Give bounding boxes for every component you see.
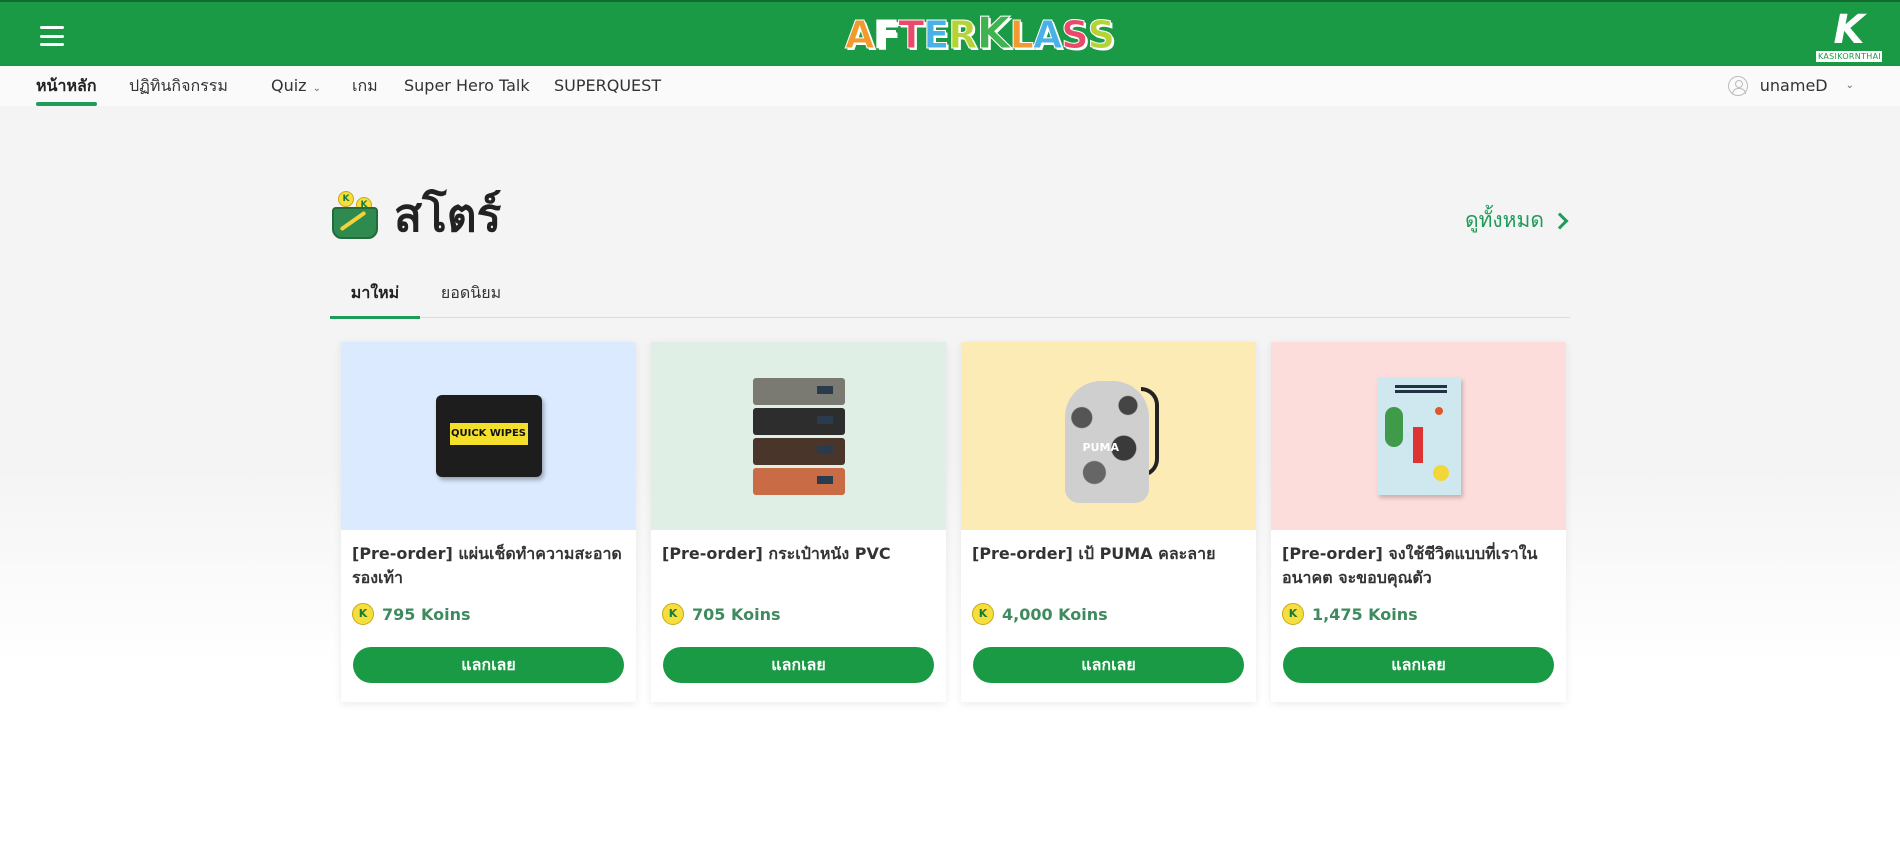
redeem-button[interactable]: แลกเลย <box>353 647 624 683</box>
nav-label: Quiz <box>271 76 307 95</box>
user-avatar-icon <box>1727 76 1748 96</box>
product-image[interactable] <box>651 342 946 530</box>
tab-label: มาใหม่ <box>350 283 400 302</box>
product-image[interactable]: QUICK WIPES <box>341 342 636 530</box>
product-title[interactable]: [Pre-order] กระเป๋าหนัง PVC <box>651 530 946 590</box>
coin-icon: K <box>338 191 354 207</box>
koin-icon: K <box>1282 603 1304 625</box>
see-all-label: ดูทั้งหมด <box>1464 208 1544 232</box>
nav-label: ปฏิทินกิจกรรม <box>129 76 228 95</box>
nav-item-calendar[interactable]: ปฏิทินกิจกรรม <box>129 66 228 106</box>
product-card[interactable]: PUMA [Pre-order] เป้ PUMA คละลาย K 4,000… <box>961 342 1256 702</box>
redeem-button[interactable]: แลกเลย <box>1283 647 1554 683</box>
koin-icon: K <box>972 603 994 625</box>
koin-icon: K <box>352 603 374 625</box>
product-image-label: PUMA <box>1082 441 1119 454</box>
tab-popular[interactable]: ยอดนิยม <box>436 276 506 318</box>
store-tabs: มาใหม่ ยอดนิยม <box>330 276 1570 319</box>
product-price: K 1,475 Koins <box>1282 603 1418 625</box>
price-text: 705 Koins <box>692 604 781 624</box>
tab-label: ยอดนิยม <box>440 283 502 302</box>
nav-item-superquest[interactable]: SUPERQUEST <box>554 66 661 106</box>
basket-icon: K K <box>330 189 380 241</box>
price-text: 795 Koins <box>382 604 471 624</box>
redeem-button[interactable]: แลกเลย <box>973 647 1244 683</box>
product-title[interactable]: [Pre-order] จงใช้ชีวิตแบบที่เราในอนาคต จ… <box>1271 530 1566 590</box>
nav-label: หน้าหลัก <box>36 76 97 95</box>
product-price: K 795 Koins <box>352 603 470 625</box>
product-title[interactable]: [Pre-order] เป้ PUMA คละลาย <box>961 530 1256 590</box>
nav-label: เกม <box>352 76 378 95</box>
user-menu[interactable]: unameD ⌄ <box>1727 66 1854 106</box>
price-text: 1,475 Koins <box>1312 604 1418 624</box>
product-price: K 4,000 Koins <box>972 603 1108 625</box>
product-card[interactable]: QUICK WIPES [Pre-order] แผ่นเช็ดทำความสะ… <box>341 342 636 702</box>
product-title[interactable]: [Pre-order] แผ่นเช็ดทำความสะอาดรองเท้า <box>341 530 636 590</box>
kasikornthai-logo: K KASIKORNTHAI <box>1816 10 1882 62</box>
product-image[interactable]: PUMA <box>961 342 1256 530</box>
nav-item-home[interactable]: หน้าหลัก <box>36 66 97 106</box>
product-list: QUICK WIPES [Pre-order] แผ่นเช็ดทำความสะ… <box>341 342 1566 702</box>
menu-icon[interactable] <box>40 26 64 46</box>
price-text: 4,000 Koins <box>1002 604 1108 624</box>
product-image[interactable] <box>1271 342 1566 530</box>
store-header: K K สโตร์ <box>330 186 501 244</box>
nav-item-super-hero-talk[interactable]: Super Hero Talk <box>404 66 530 106</box>
product-card[interactable]: [Pre-order] จงใช้ชีวิตแบบที่เราในอนาคต จ… <box>1271 342 1566 702</box>
afterklass-logo[interactable]: AFTERKLASS <box>844 11 1115 58</box>
bank-logo-name: KASIKORNTHAI <box>1816 51 1882 62</box>
main-nav: หน้าหลัก ปฏิทินกิจกรรม Quiz ⌄ เกม Super H… <box>0 66 1900 106</box>
product-price: K 705 Koins <box>662 603 780 625</box>
nav-item-quiz[interactable]: Quiz ⌄ <box>271 66 321 106</box>
product-image-label: QUICK WIPES <box>449 423 528 445</box>
koin-icon: K <box>662 603 684 625</box>
chevron-right-icon <box>1551 212 1569 229</box>
nav-item-games[interactable]: เกม <box>352 66 378 106</box>
top-bar: AFTERKLASS K KASIKORNTHAI <box>0 0 1900 66</box>
tab-new[interactable]: มาใหม่ <box>330 276 420 319</box>
nav-label: Super Hero Talk <box>404 76 530 95</box>
see-all-link[interactable]: ดูทั้งหมด <box>1464 204 1569 237</box>
username: unameD <box>1759 76 1828 95</box>
page-title: สโตร์ <box>394 187 502 242</box>
redeem-button[interactable]: แลกเลย <box>663 647 934 683</box>
bank-logo-letter: K <box>1833 7 1865 53</box>
nav-label: SUPERQUEST <box>554 76 662 95</box>
chevron-down-icon: ⌄ <box>312 83 321 94</box>
product-card[interactable]: [Pre-order] กระเป๋าหนัง PVC K 705 Koins … <box>651 342 946 702</box>
chevron-down-icon: ⌄ <box>1845 80 1854 91</box>
